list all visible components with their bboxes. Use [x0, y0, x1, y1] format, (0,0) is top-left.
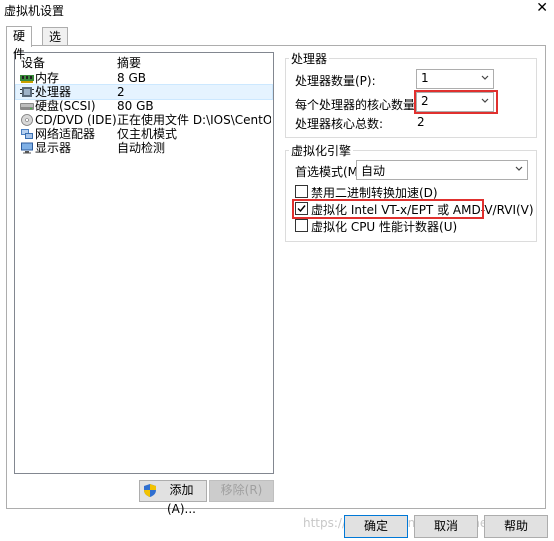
device-name: 内存: [35, 71, 60, 85]
option-label: 虚拟化 CPU 性能计数器(U): [311, 220, 458, 234]
add-device-button[interactable]: 添加(A)...: [139, 480, 207, 516]
memory-icon: [20, 75, 34, 83]
shield-icon: [144, 484, 156, 497]
cancel-button[interactable]: 取消: [414, 515, 478, 538]
cores-highlight-box: [414, 90, 498, 114]
total-cores-value: 2: [417, 115, 425, 129]
processor-count-select[interactable]: 1: [416, 69, 494, 89]
window-title: 虚拟机设置: [4, 4, 65, 18]
device-name: CD/DVD (IDE): [35, 113, 117, 127]
help-button[interactable]: 帮助: [484, 515, 548, 538]
tab-options[interactable]: 选项: [42, 27, 69, 62]
device-summary: 正在使用文件 D:\IOS\CentOS-7.4...: [117, 113, 271, 127]
device-list-header: 设备 摘要: [15, 53, 273, 71]
device-summary: 2: [117, 85, 125, 99]
total-cores-label: 处理器核心总数:: [295, 117, 384, 131]
device-row-harddisk[interactable]: 硬盘(SCSI) 80 GB: [16, 99, 272, 113]
remove-device-button[interactable]: 移除(R): [209, 480, 274, 502]
device-row-memory[interactable]: 内存 8 GB: [16, 71, 272, 85]
tab-hardware[interactable]: 硬件: [6, 26, 33, 61]
device-name: 网络适配器: [35, 127, 96, 141]
chevron-down-icon: [515, 166, 523, 171]
ok-button[interactable]: 确定: [344, 515, 408, 538]
device-summary: 仅主机模式: [117, 127, 178, 141]
device-name: 显示器: [35, 141, 72, 155]
network-icon: [21, 129, 33, 139]
cdrom-icon: [21, 114, 33, 126]
close-icon[interactable]: ✕: [536, 0, 548, 16]
chevron-down-icon: [481, 75, 489, 80]
device-name: 处理器: [35, 85, 72, 99]
preferred-mode-select[interactable]: 自动: [356, 160, 528, 180]
device-list[interactable]: 设备 摘要 内存 8 GB 处理器 2 硬盘(SCSI) 80 GB CD/DV…: [14, 52, 274, 474]
vtx-highlight-box: [292, 199, 484, 219]
device-summary: 8 GB: [117, 71, 146, 85]
device-row-processor[interactable]: 处理器 2: [15, 84, 273, 100]
add-button-label: 添加(A)...: [166, 483, 196, 516]
device-summary: 自动检测: [117, 141, 166, 155]
checkbox[interactable]: [295, 219, 308, 232]
device-row-display[interactable]: 显示器 自动检测: [16, 141, 272, 155]
device-row-network[interactable]: 网络适配器 仅主机模式: [16, 127, 272, 141]
processor-count-value: 1: [421, 71, 429, 85]
processor-count-label: 处理器数量(P):: [295, 74, 376, 88]
checkbox[interactable]: [295, 185, 308, 198]
processor-group-title: 处理器: [289, 50, 330, 67]
device-name: 硬盘(SCSI): [35, 99, 96, 113]
virtualization-group-title: 虚拟化引擎: [289, 142, 354, 159]
device-summary: 80 GB: [117, 99, 154, 113]
cpu-icon: [20, 87, 34, 97]
preferred-mode-value: 自动: [361, 164, 386, 178]
column-header-summary[interactable]: 摘要: [117, 54, 141, 71]
device-row-cdrom[interactable]: CD/DVD (IDE) 正在使用文件 D:\IOS\CentOS-7.4...: [16, 113, 272, 127]
harddisk-icon: [20, 103, 34, 110]
monitor-icon: [21, 142, 33, 154]
